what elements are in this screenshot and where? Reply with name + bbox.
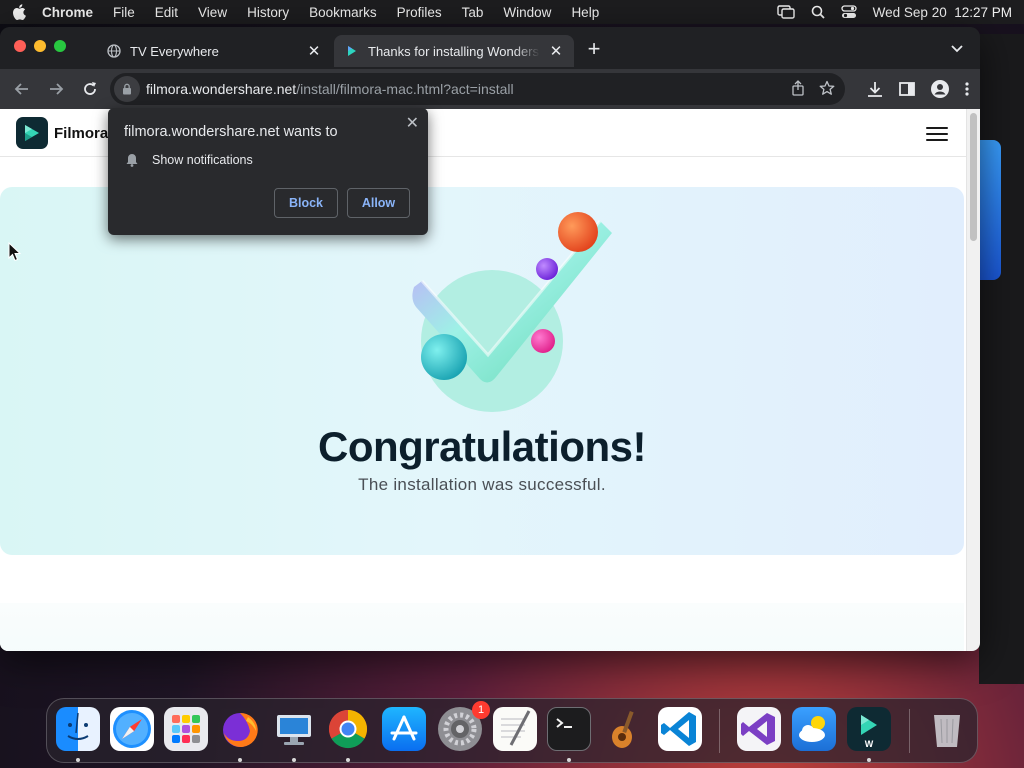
- safari-icon[interactable]: [110, 707, 154, 751]
- menu-file[interactable]: File: [113, 5, 135, 20]
- vscode-icon[interactable]: [658, 707, 702, 751]
- terminal-icon[interactable]: [547, 707, 591, 751]
- app-store-icon[interactable]: [382, 707, 426, 751]
- menu-bar-clock[interactable]: Wed Sep 20 12:27 PM: [873, 5, 1012, 20]
- notification-permission-prompt: ✕ filmora.wondershare.net wants to Show …: [108, 108, 428, 235]
- remote-desktop-icon[interactable]: [272, 707, 316, 751]
- tab-title: TV Everywhere: [130, 43, 219, 59]
- background-window-sidebar: [979, 140, 1001, 280]
- reload-icon: [84, 82, 96, 95]
- finder-running-dot: [76, 758, 80, 762]
- tab-strip: TV Everywhere ✕ Thanks for installing Wo…: [0, 27, 980, 69]
- chrome-menu-icon[interactable]: [964, 81, 970, 102]
- apple-menu-icon[interactable]: [12, 4, 28, 20]
- url-path: /install/filmora-mac.html?act=install: [296, 81, 514, 97]
- forward-arrow-icon: [50, 83, 64, 95]
- side-panel-icon[interactable]: [898, 80, 916, 103]
- back-button[interactable]: [6, 73, 38, 105]
- site-info-button[interactable]: [114, 76, 140, 102]
- scrollbar-thumb[interactable]: [970, 113, 977, 241]
- site-brand-name[interactable]: Filmora: [54, 125, 108, 142]
- finder-icon[interactable]: [56, 707, 100, 751]
- garageband-icon[interactable]: [602, 707, 646, 751]
- background-window: [979, 34, 1024, 684]
- firefox-running-dot: [238, 758, 242, 762]
- prompt-permission-row: Show notifications: [126, 153, 253, 167]
- window-zoom-button[interactable]: [54, 40, 66, 52]
- system-settings-icon[interactable]: 1: [438, 701, 490, 751]
- dock-separator: [909, 709, 910, 753]
- hamburger-menu-icon[interactable]: [926, 127, 948, 141]
- new-tab-button[interactable]: +: [584, 38, 604, 60]
- tab-close-icon[interactable]: ✕: [548, 43, 564, 60]
- window-close-button[interactable]: [14, 40, 26, 52]
- menu-history[interactable]: History: [247, 5, 289, 20]
- back-arrow-icon: [14, 83, 28, 95]
- weather-icon[interactable]: [792, 707, 836, 751]
- url-host: filmora.wondershare.net: [146, 81, 297, 97]
- prompt-title: filmora.wondershare.net wants to: [124, 124, 338, 140]
- macos-dock: 1 W: [46, 698, 978, 763]
- tab-tv-everywhere[interactable]: TV Everywhere ✕: [96, 35, 332, 67]
- menu-view[interactable]: View: [198, 5, 227, 20]
- firefox-icon[interactable]: [218, 707, 262, 751]
- filmora-running-dot: [867, 758, 871, 762]
- control-center-icon[interactable]: [841, 5, 857, 19]
- prompt-close-icon[interactable]: ✕: [406, 113, 419, 133]
- hero-banner: Congratulations! The installation was su…: [0, 187, 964, 555]
- prompt-permission-label: Show notifications: [152, 153, 253, 167]
- system-settings-badge: 1: [472, 701, 490, 719]
- reload-button[interactable]: [74, 73, 106, 105]
- lock-icon: [123, 83, 131, 95]
- share-icon[interactable]: [791, 80, 805, 101]
- block-button[interactable]: Block: [274, 188, 338, 218]
- mouse-cursor-icon: [8, 242, 22, 262]
- tab-filmora-install[interactable]: Thanks for installing Wondershare ✕: [334, 35, 574, 67]
- page-scrollbar[interactable]: [966, 109, 980, 651]
- allow-button[interactable]: Allow: [347, 188, 410, 218]
- forward-button[interactable]: [40, 73, 72, 105]
- remote-desktop-running-dot: [292, 758, 296, 762]
- browser-toolbar: filmora.wondershare.net /install/filmora…: [0, 69, 980, 109]
- textedit-icon[interactable]: [493, 707, 537, 751]
- filmora-dock-icon[interactable]: W: [847, 707, 891, 751]
- terminal-running-dot: [567, 758, 571, 762]
- menu-app-name[interactable]: Chrome: [42, 5, 93, 20]
- next-section: [0, 603, 964, 651]
- tab-title: Thanks for installing Wondershare: [368, 43, 540, 59]
- hero-subtitle: The installation was successful.: [358, 475, 606, 494]
- filmora-logo-icon[interactable]: [16, 117, 48, 149]
- address-bar[interactable]: filmora.wondershare.net /install/filmora…: [110, 73, 845, 105]
- success-checkmark-illustration: [412, 212, 612, 412]
- menu-bookmarks[interactable]: Bookmarks: [309, 5, 377, 20]
- bell-icon: [126, 154, 138, 167]
- bookmark-star-icon[interactable]: [819, 80, 835, 101]
- screen-mirroring-icon[interactable]: [776, 5, 795, 19]
- spotlight-search-icon[interactable]: [811, 5, 825, 19]
- window-controls: [14, 40, 66, 52]
- menu-window[interactable]: Window: [503, 5, 551, 20]
- window-minimize-button[interactable]: [34, 40, 46, 52]
- chrome-running-dot: [346, 758, 350, 762]
- launchpad-icon[interactable]: [164, 707, 208, 751]
- menu-edit[interactable]: Edit: [155, 5, 178, 20]
- tab-search-chevron-icon[interactable]: [950, 41, 966, 57]
- trash-icon[interactable]: [925, 707, 969, 751]
- menu-tab[interactable]: Tab: [462, 5, 484, 20]
- hero-title: Congratulations!: [318, 423, 646, 470]
- menu-profiles[interactable]: Profiles: [397, 5, 442, 20]
- filmora-icon: [344, 43, 360, 59]
- dock-separator: [719, 709, 720, 753]
- globe-icon: [106, 43, 122, 59]
- chrome-icon[interactable]: [326, 707, 370, 751]
- macos-menu-bar: Chrome File Edit View History Bookmarks …: [0, 0, 1024, 24]
- visual-studio-icon[interactable]: [737, 707, 781, 751]
- svg-text:W: W: [865, 739, 874, 749]
- profile-avatar-icon[interactable]: [930, 79, 950, 104]
- menu-help[interactable]: Help: [571, 5, 599, 20]
- download-icon[interactable]: [866, 80, 884, 103]
- tab-close-icon[interactable]: ✕: [306, 43, 322, 60]
